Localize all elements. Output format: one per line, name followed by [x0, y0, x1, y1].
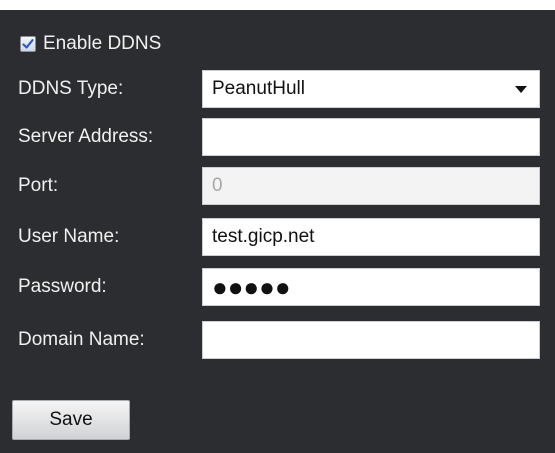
enable-ddns-row[interactable]: Enable DDNS [20, 30, 555, 58]
checkmark-icon [22, 39, 34, 49]
save-button[interactable]: Save [12, 400, 130, 440]
port-input[interactable]: 0 [202, 167, 540, 205]
user-name-value: test.gicp.net [212, 226, 315, 247]
ddns-type-value: PeanutHull [212, 78, 305, 99]
ddns-type-label: DDNS Type: [18, 78, 124, 99]
domain-name-input[interactable] [202, 321, 540, 359]
server-address-input[interactable] [202, 118, 540, 156]
chevron-down-icon [515, 86, 527, 93]
port-value: 0 [212, 175, 223, 196]
port-label: Port: [18, 175, 59, 196]
domain-name-label: Domain Name: [18, 329, 145, 350]
password-input[interactable]: ●●●●● [202, 268, 540, 306]
password-masked-value: ●●●●● [212, 272, 291, 302]
enable-ddns-checkbox[interactable] [20, 36, 36, 52]
user-name-input[interactable]: test.gicp.net [202, 218, 540, 256]
server-address-label: Server Address: [18, 126, 154, 147]
enable-ddns-label: Enable DDNS [43, 33, 162, 54]
password-label: Password: [18, 276, 107, 297]
ddns-type-select[interactable]: PeanutHull [202, 70, 540, 108]
user-name-label: User Name: [18, 226, 120, 247]
ddns-settings-panel: Enable DDNS DDNS Type: PeanutHull Server… [0, 10, 555, 453]
